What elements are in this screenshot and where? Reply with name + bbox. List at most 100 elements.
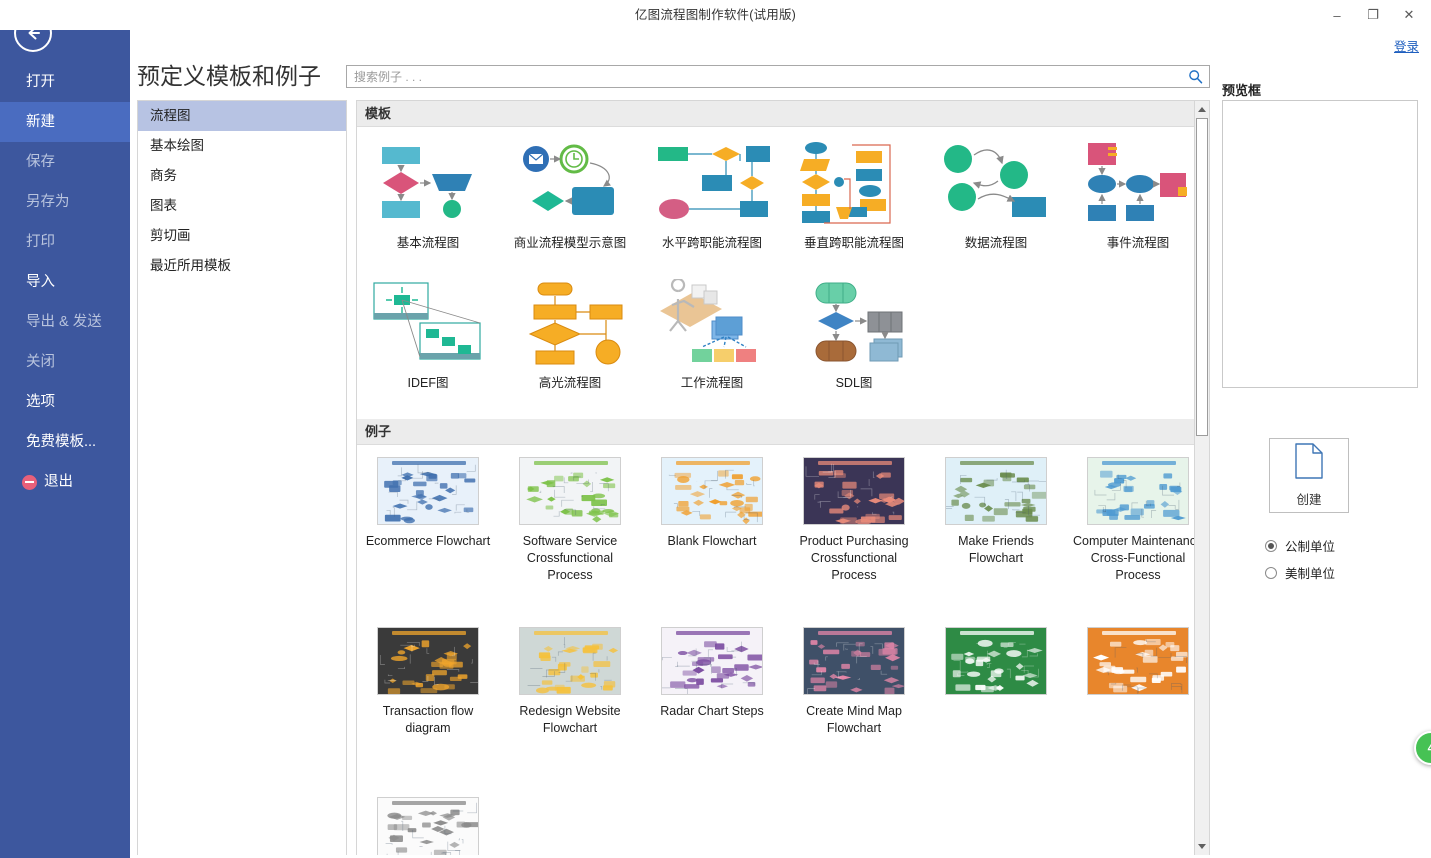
sidebar-item-4[interactable]: 打印 xyxy=(0,222,130,262)
category-item-3[interactable]: 图表 xyxy=(138,191,346,221)
scrollbar-thumb[interactable] xyxy=(1196,118,1208,436)
template-thumbnail-bpmn xyxy=(510,139,630,225)
radio-us-icon[interactable] xyxy=(1265,566,1277,579)
example-card[interactable]: Create Mind Map Flowchart xyxy=(783,627,925,793)
category-item-0[interactable]: 流程图 xyxy=(138,101,346,131)
examples-grid: Ecommerce Flowchart Software Service Cros… xyxy=(357,445,1209,855)
template-card[interactable]: 基本流程图 xyxy=(357,139,499,275)
example-card[interactable]: Radar Chart Steps xyxy=(641,627,783,793)
example-card[interactable]: Make Friends Flowchart xyxy=(925,457,1067,623)
document-icon xyxy=(1294,443,1324,482)
login-link[interactable]: 登录 xyxy=(1394,36,1419,55)
create-button[interactable]: 创建 xyxy=(1269,438,1349,513)
template-thumbnail-workflow xyxy=(652,277,772,365)
minimize-button[interactable]: – xyxy=(1319,1,1355,29)
example-thumbnail xyxy=(661,627,763,695)
sidebar-item-9[interactable]: 免费模板... xyxy=(0,422,130,462)
float-badge-button[interactable]: 4 xyxy=(1414,731,1431,765)
sidebar: 打开 新建 保存 另存为 打印 导入 导出 & 发送 关闭 选项 免费模板... 退出 xyxy=(0,0,130,858)
scroll-down-arrow-icon[interactable] xyxy=(1195,838,1209,854)
template-label: 垂直跨职能流程图 xyxy=(803,236,904,250)
example-label: Product Purchasing Crossfunctional Proce… xyxy=(799,534,909,582)
template-card[interactable]: IDEF图 xyxy=(357,279,499,415)
example-card[interactable]: Software Service Crossfunctional Process xyxy=(499,457,641,623)
template-card[interactable]: 垂直跨职能流程图 xyxy=(783,139,925,275)
example-thumbnail xyxy=(377,627,479,695)
template-card[interactable]: 商业流程模型示意图 xyxy=(499,139,641,275)
example-card[interactable]: Transaction flow diagram xyxy=(357,627,499,793)
template-card[interactable]: 工作流程图 xyxy=(641,277,783,415)
sidebar-item-label: 退出 xyxy=(44,474,73,490)
example-label: Ecommerce Flowchart xyxy=(365,534,491,548)
example-thumbnail xyxy=(945,457,1047,525)
restore-button[interactable]: ❐ xyxy=(1355,1,1391,29)
example-label: Make Friends Flowchart xyxy=(958,534,1034,565)
example-label: Computer Maintenance Cross-Functional Pr… xyxy=(1073,534,1203,582)
example-card[interactable] xyxy=(925,627,1067,793)
template-label: 商业流程模型示意图 xyxy=(513,236,627,250)
sidebar-item-6[interactable]: 导出 & 发送 xyxy=(0,302,130,342)
category-item-2[interactable]: 商务 xyxy=(138,161,346,191)
category-item-4[interactable]: 剪切画 xyxy=(138,221,346,251)
radio-us-units[interactable]: 美制单位 xyxy=(1265,563,1335,582)
example-thumbnail xyxy=(519,627,621,695)
template-label: 高光流程图 xyxy=(538,376,602,390)
content-scrollbar[interactable] xyxy=(1194,100,1210,855)
category-list: 流程图 基本绘图 商务 图表 剪切画 最近所用模板 xyxy=(137,100,347,855)
template-label: SDL图 xyxy=(835,376,873,390)
template-thumbnail-event xyxy=(1078,139,1198,225)
template-thumbnail-highlight xyxy=(510,279,630,365)
example-card[interactable]: Ecommerce Flowchart xyxy=(357,457,499,623)
template-card[interactable]: 水平跨职能流程图 xyxy=(641,139,783,275)
example-label: Create Mind Map Flowchart xyxy=(806,704,902,735)
example-label: Software Service Crossfunctional Process xyxy=(522,534,618,582)
template-card[interactable]: 高光流程图 xyxy=(499,279,641,415)
template-card[interactable]: SDL图 xyxy=(783,279,925,415)
example-thumbnail xyxy=(377,797,479,855)
radio-metric-icon[interactable] xyxy=(1265,539,1277,552)
template-thumbnail-basic xyxy=(368,139,488,225)
template-label: 基本流程图 xyxy=(396,236,460,250)
template-thumbnail-vcross xyxy=(794,139,914,225)
template-thumbnail-sdl xyxy=(794,279,914,365)
sidebar-item-10[interactable]: 退出 xyxy=(0,462,130,502)
radio-metric-label: 公制单位 xyxy=(1285,540,1336,554)
example-card[interactable]: Blank Flowchart xyxy=(641,457,783,623)
template-label: 水平跨职能流程图 xyxy=(661,236,762,250)
search-input[interactable] xyxy=(352,66,1172,87)
category-item-1[interactable]: 基本绘图 xyxy=(138,131,346,161)
search-icon[interactable] xyxy=(1188,69,1203,87)
example-thumbnail xyxy=(803,627,905,695)
template-card[interactable]: 数据流程图 xyxy=(925,139,1067,275)
example-thumbnail xyxy=(377,457,479,525)
sidebar-item-8[interactable]: 选项 xyxy=(0,382,130,422)
scroll-up-arrow-icon[interactable] xyxy=(1195,101,1209,117)
example-card[interactable]: Product Purchasing Crossfunctional Proce… xyxy=(783,457,925,623)
sidebar-item-2[interactable]: 保存 xyxy=(0,142,130,182)
search-box[interactable] xyxy=(346,65,1210,88)
app-title: 亿图流程图制作软件(试用版) xyxy=(634,8,797,22)
category-item-5[interactable]: 最近所用模板 xyxy=(138,251,346,281)
example-label: Radar Chart Steps xyxy=(660,704,764,718)
example-thumbnail xyxy=(803,457,905,525)
template-card[interactable]: 事件流程图 xyxy=(1067,139,1209,275)
sidebar-item-0[interactable]: 打开 xyxy=(0,62,130,102)
sidebar-item-7[interactable]: 关闭 xyxy=(0,342,130,382)
close-button[interactable]: ✕ xyxy=(1391,1,1427,29)
example-label: Redesign Website Flowchart xyxy=(519,704,621,735)
sidebar-item-5[interactable]: 导入 xyxy=(0,262,130,302)
example-card[interactable]: Computer Maintenance Cross-Functional Pr… xyxy=(1067,457,1209,623)
sidebar-item-3[interactable]: 另存为 xyxy=(0,182,130,222)
example-thumbnail xyxy=(519,457,621,525)
example-thumbnail xyxy=(1087,627,1189,695)
template-thumbnail-idef xyxy=(368,279,488,365)
template-label: 数据流程图 xyxy=(964,236,1028,250)
templates-section-header: 模板 xyxy=(357,101,1209,127)
radio-metric-units[interactable]: 公制单位 xyxy=(1265,536,1335,555)
example-card[interactable]: Redesign Website Flowchart xyxy=(499,627,641,793)
examples-section-header: 例子 xyxy=(357,419,1209,445)
sidebar-item-1[interactable]: 新建 xyxy=(0,102,130,142)
example-thumbnail xyxy=(945,627,1047,695)
example-card[interactable] xyxy=(1067,627,1209,793)
example-card[interactable] xyxy=(357,797,499,855)
